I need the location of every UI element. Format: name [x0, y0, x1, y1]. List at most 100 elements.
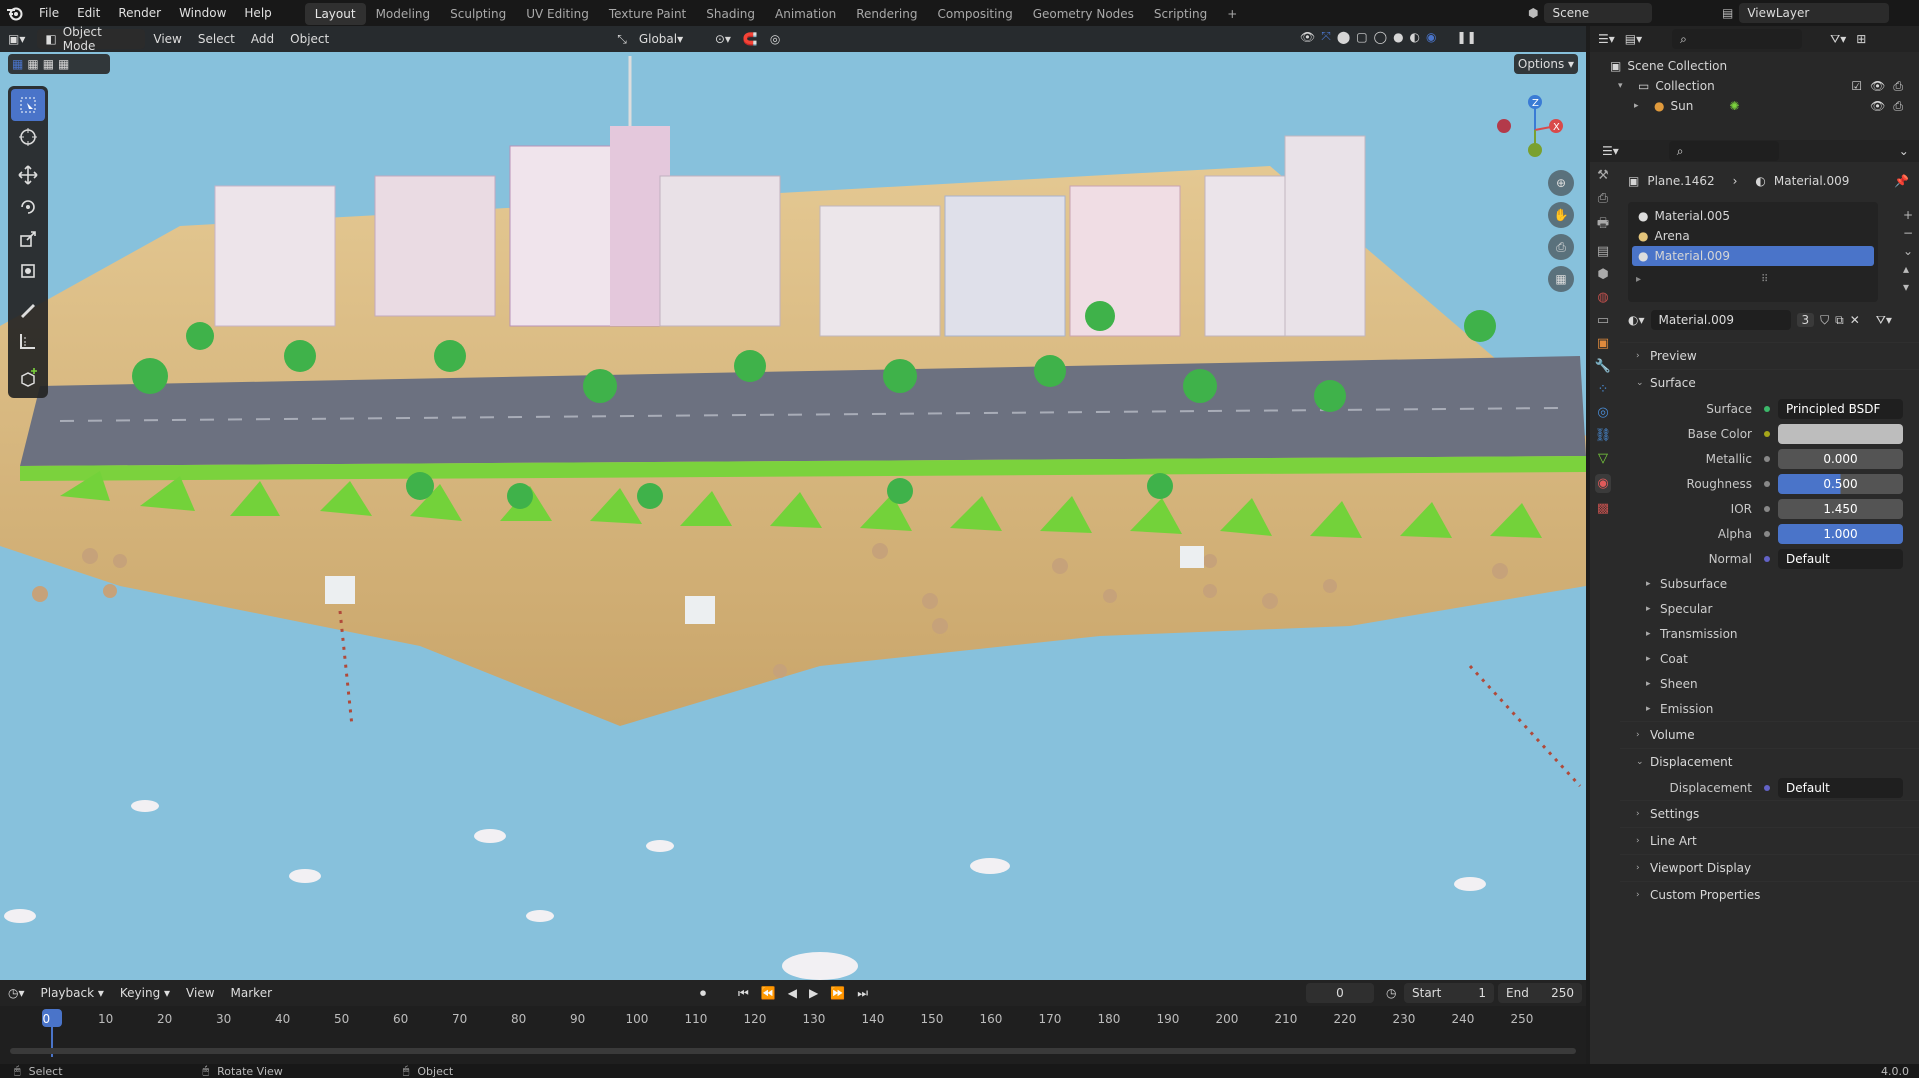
scene-icon[interactable]: ⬢ [1528, 6, 1538, 20]
tab-scripting[interactable]: Scripting [1144, 3, 1217, 25]
select-invert-icon[interactable]: ▦ [58, 57, 69, 71]
world-tab-icon[interactable]: ◍ [1597, 290, 1608, 305]
render-camera-icon[interactable]: ⎙ [1893, 79, 1903, 94]
specular-subpanel[interactable]: ▸ Specular [1620, 596, 1919, 621]
collection-tab-icon[interactable]: ▭ [1597, 313, 1609, 328]
material-slot[interactable]: ● Material.005 [1632, 206, 1874, 226]
menu-render[interactable]: Render [109, 0, 170, 26]
timeline-scrollbar[interactable] [10, 1048, 1576, 1054]
tab-compositing[interactable]: Compositing [927, 3, 1022, 25]
play-reverse-icon[interactable]: ◀ [788, 986, 797, 1000]
add-slot-icon[interactable]: + [1903, 208, 1913, 222]
solid-shading-icon[interactable]: ● [1393, 30, 1403, 44]
tab-rendering[interactable]: Rendering [846, 3, 927, 25]
user-count[interactable]: 3 [1796, 313, 1815, 327]
perspective-grid-icon[interactable]: ▦ [1548, 266, 1574, 292]
zoom-icon[interactable]: ⊕ [1548, 170, 1574, 196]
material-slot-selected[interactable]: ● Material.009 [1632, 246, 1874, 266]
rendered-shading-icon[interactable]: ◉ [1426, 30, 1436, 44]
start-frame-field[interactable]: Start 1 [1404, 983, 1494, 1003]
tab-uv-editing[interactable]: UV Editing [516, 3, 599, 25]
scene-tab-icon[interactable]: ⬢ [1597, 267, 1608, 282]
hide-eye-icon[interactable]: 👁 [1870, 99, 1885, 114]
slot-specials-icon[interactable]: ⌄ [1903, 244, 1913, 258]
tab-layout[interactable]: Layout [304, 3, 366, 25]
particles-tab-icon[interactable]: ⁘ [1598, 382, 1609, 397]
pan-hand-icon[interactable]: ✋ [1548, 202, 1574, 228]
new-collection-icon[interactable]: ⊞ [1856, 32, 1866, 46]
add-cube-icon[interactable] [11, 363, 45, 395]
displacement-section[interactable]: ⌄ Displacement [1620, 748, 1919, 775]
transform-orientation-dropdown[interactable]: Global ▾ [631, 29, 711, 49]
menu-help[interactable]: Help [235, 0, 280, 26]
gizmo-icon[interactable]: ⤧ [1321, 29, 1331, 44]
transform-icon[interactable] [11, 255, 45, 287]
material-shading-icon[interactable]: ◐ [1410, 30, 1420, 44]
tab-animation[interactable]: Animation [765, 3, 846, 25]
select-extend-icon[interactable]: ▦ [27, 57, 38, 71]
custom-properties-section[interactable]: › Custom Properties [1620, 881, 1919, 908]
physics-tab-icon[interactable]: ◎ [1597, 405, 1608, 420]
filter-icon[interactable]: ⛛▾ [1876, 313, 1892, 328]
render-camera-icon[interactable]: ⎙ [1893, 99, 1903, 114]
base-color-swatch[interactable] [1778, 423, 1903, 444]
clock-icon[interactable]: ◷ [1386, 986, 1396, 1000]
object-tab-icon[interactable]: ▣ [1597, 336, 1609, 351]
tab-geometry-nodes[interactable]: Geometry Nodes [1023, 3, 1144, 25]
scene-collection-row[interactable]: ▣ Scene Collection [1610, 56, 1919, 76]
camera-icon[interactable]: ⎙ [1548, 234, 1574, 260]
material-tab-icon[interactable]: ◉ [1595, 474, 1611, 493]
modifier-tab-icon[interactable]: 🔧 [1595, 359, 1611, 374]
timeline-view-menu[interactable]: View [178, 980, 222, 1006]
coat-subpanel[interactable]: ▸ Coat [1620, 646, 1919, 671]
line-art-section[interactable]: › Line Art [1620, 827, 1919, 854]
normal-input[interactable]: Default [1778, 548, 1903, 569]
select-box-icon[interactable] [11, 89, 45, 121]
subsurface-subpanel[interactable]: ▸ Subsurface [1620, 571, 1919, 596]
rotate-icon[interactable] [11, 191, 45, 223]
view-layer-tab-icon[interactable]: ▤ [1597, 244, 1609, 259]
blender-logo-icon[interactable] [0, 0, 30, 26]
next-keyframe-icon[interactable]: ⏩ [830, 986, 845, 1000]
viewport-menu-select[interactable]: Select [190, 26, 243, 52]
viewport-menu-view[interactable]: View [145, 26, 189, 52]
settings-section[interactable]: › Settings [1620, 800, 1919, 827]
fake-user-icon[interactable]: ⛉ [1820, 313, 1829, 328]
expand-collection-icon[interactable]: ▾ [1618, 81, 1632, 91]
remove-slot-icon[interactable]: − [1903, 226, 1913, 240]
menu-file[interactable]: File [30, 0, 68, 26]
move-down-icon[interactable]: ▾ [1903, 280, 1913, 294]
menu-edit[interactable]: Edit [68, 0, 109, 26]
exclude-checkbox-icon[interactable]: ☑ [1851, 79, 1862, 94]
transmission-subpanel[interactable]: ▸ Transmission [1620, 621, 1919, 646]
outliner-search-input[interactable]: ⌕ [1672, 29, 1803, 49]
xray-icon[interactable]: ▢ [1356, 30, 1367, 44]
data-tab-icon[interactable]: ▽ [1598, 451, 1608, 466]
outliner-editor-icon[interactable]: ☰▾ [1598, 32, 1615, 46]
collection-row[interactable]: ▾ ▭ Collection ☑ 👁 ⎙ [1610, 76, 1919, 96]
annotate-icon[interactable] [11, 293, 45, 325]
tool-tab-icon[interactable]: ⚒ [1597, 168, 1609, 183]
sun-row[interactable]: ▸ ● Sun ✺ 👁 ⎙ [1610, 96, 1919, 116]
expand-sun-icon[interactable]: ▸ [1634, 101, 1648, 111]
playback-menu[interactable]: Playback ▾ [33, 980, 112, 1006]
3d-viewport[interactable] [0, 26, 1586, 980]
end-frame-field[interactable]: End 250 [1498, 983, 1582, 1003]
move-icon[interactable] [11, 159, 45, 191]
visibility-icon[interactable]: 👁 [1300, 30, 1315, 44]
current-frame-field[interactable]: 0 [1306, 983, 1374, 1003]
metallic-slider[interactable]: 0.000 [1778, 448, 1903, 469]
snap-icon[interactable]: 🧲 [743, 32, 758, 46]
tab-shading[interactable]: Shading [696, 3, 765, 25]
displacement-input[interactable]: Default [1778, 777, 1903, 798]
select-subtract-icon[interactable]: ▦ [43, 57, 54, 71]
add-workspace-button[interactable]: + [1217, 3, 1247, 25]
browse-material-icon[interactable]: ◐▾ [1628, 313, 1645, 327]
scale-icon[interactable] [11, 223, 45, 255]
jump-end-icon[interactable]: ⏭ [857, 986, 868, 1001]
editor-type-icon[interactable]: ▣▾ [0, 26, 33, 52]
tab-texture-paint[interactable]: Texture Paint [599, 3, 696, 25]
volume-section[interactable]: › Volume [1620, 721, 1919, 748]
view-layer-field[interactable]: ViewLayer [1739, 3, 1890, 23]
filter-icon[interactable]: ⛛▾ [1830, 32, 1846, 47]
